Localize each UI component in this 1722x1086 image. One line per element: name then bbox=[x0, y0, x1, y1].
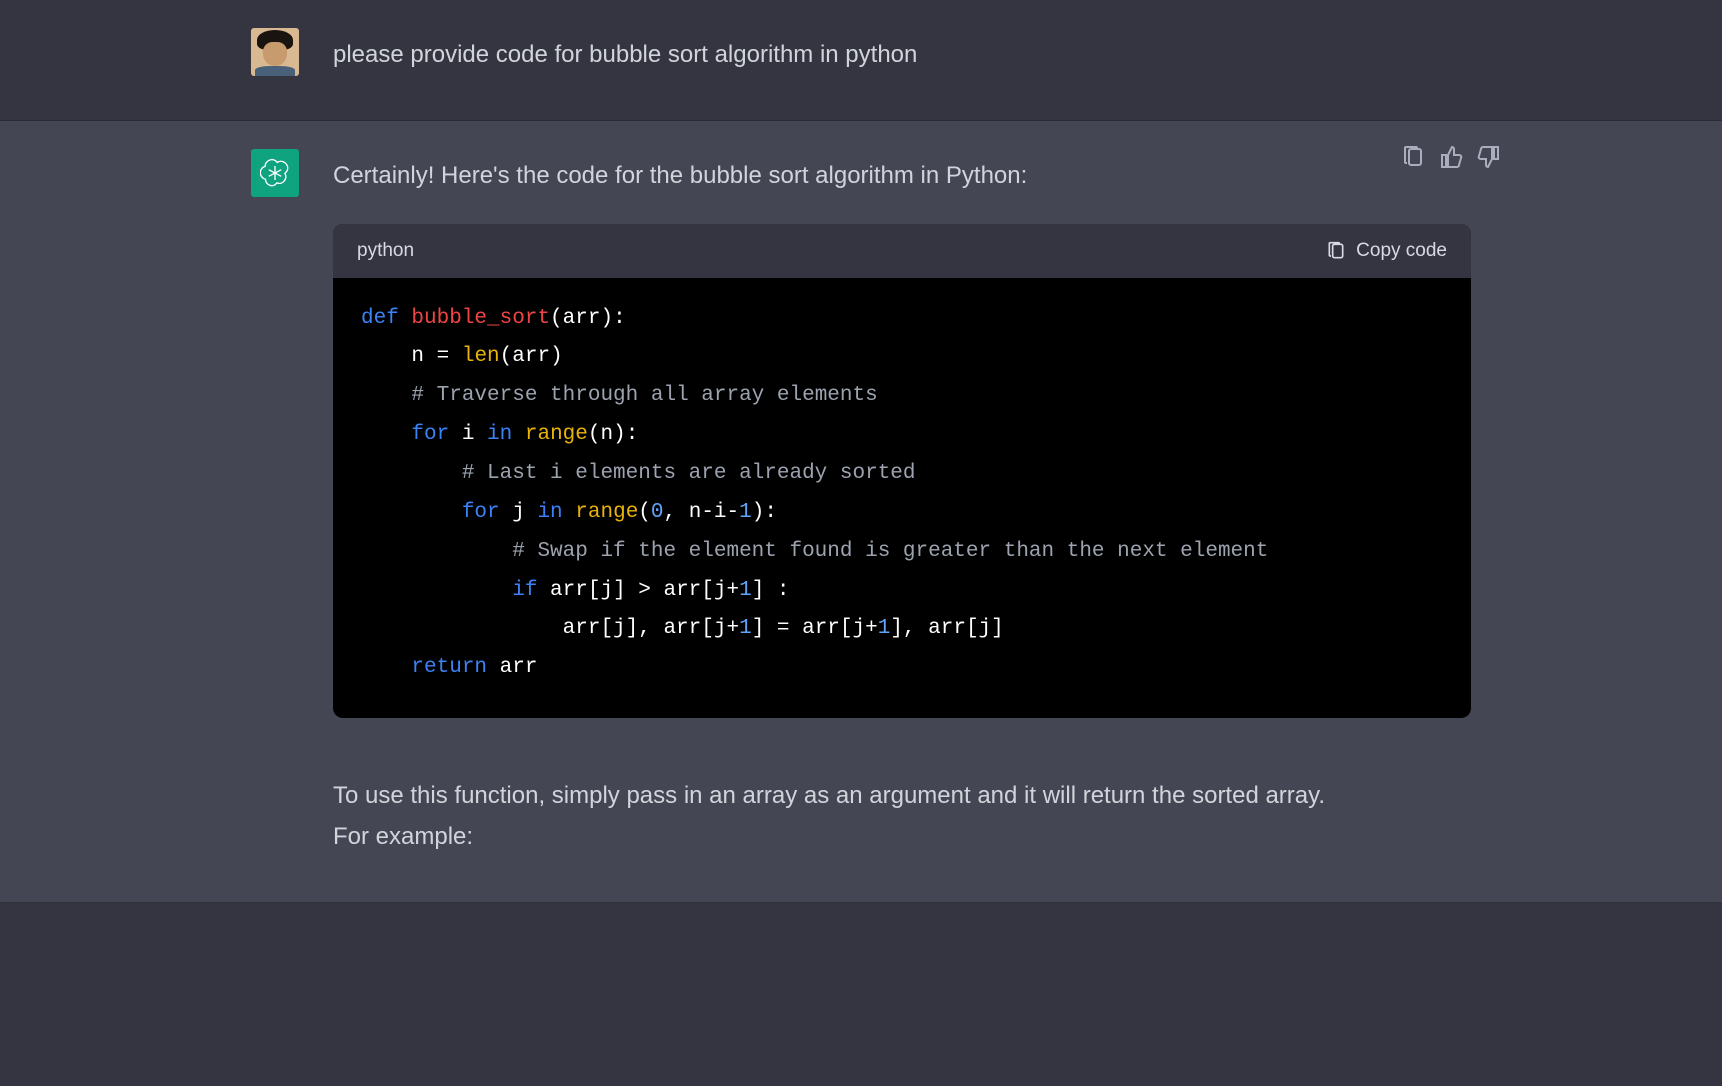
assistant-followup: To use this function, simply pass in an … bbox=[333, 776, 1471, 858]
assistant-message-inner: Certainly! Here's the code for the bubbl… bbox=[201, 121, 1521, 902]
thumbs-up-icon[interactable] bbox=[1439, 145, 1463, 169]
user-avatar bbox=[251, 28, 299, 76]
user-message-text: please provide code for bubble sort algo… bbox=[333, 28, 1471, 76]
assistant-avatar bbox=[251, 149, 299, 197]
assistant-actions bbox=[1401, 145, 1501, 169]
thumbs-down-icon[interactable] bbox=[1477, 145, 1501, 169]
user-message-inner: please provide code for bubble sort algo… bbox=[201, 0, 1521, 120]
assistant-intro-text: Certainly! Here's the code for the bubbl… bbox=[333, 157, 1471, 194]
clipboard-icon[interactable] bbox=[1401, 145, 1425, 169]
copy-code-label: Copy code bbox=[1356, 236, 1447, 265]
clipboard-icon bbox=[1326, 241, 1346, 261]
code-language-label: python bbox=[357, 236, 414, 265]
code-content[interactable]: def bubble_sort(arr): n = len(arr) # Tra… bbox=[333, 278, 1471, 718]
followup-line1: To use this function, simply pass in an … bbox=[333, 776, 1471, 817]
assistant-message-row: Certainly! Here's the code for the bubbl… bbox=[0, 121, 1722, 903]
followup-line2: For example: bbox=[333, 817, 1471, 858]
code-block: python Copy code def bubble_sort(arr): n… bbox=[333, 224, 1471, 718]
assistant-content: Certainly! Here's the code for the bubbl… bbox=[333, 149, 1471, 858]
user-message-row: please provide code for bubble sort algo… bbox=[0, 0, 1722, 121]
copy-code-button[interactable]: Copy code bbox=[1326, 236, 1447, 265]
openai-logo-icon bbox=[260, 158, 290, 188]
code-header: python Copy code bbox=[333, 224, 1471, 277]
